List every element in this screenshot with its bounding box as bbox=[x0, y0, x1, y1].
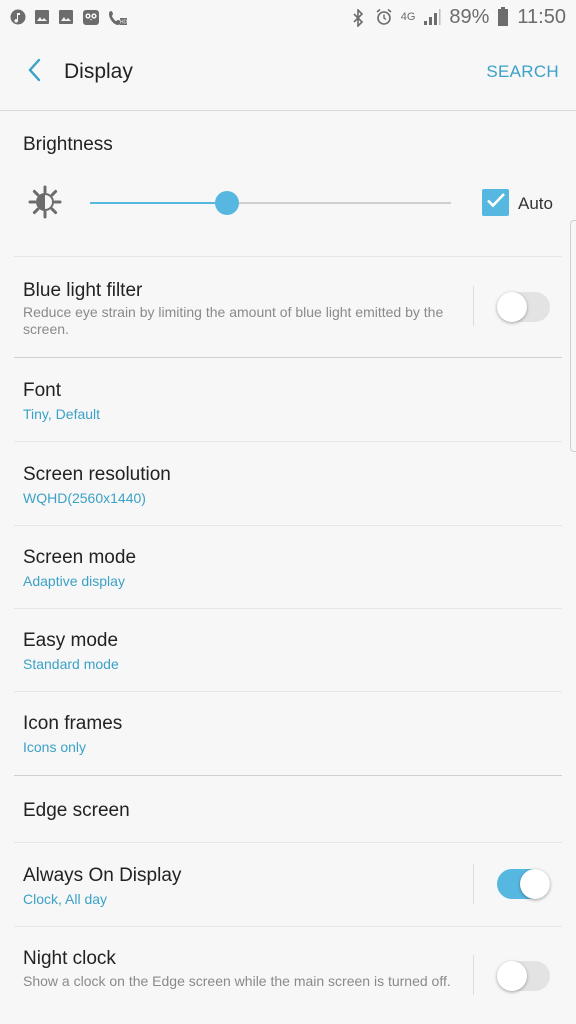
status-bar-left: HD bbox=[10, 8, 128, 26]
screen-mode-title: Screen mode bbox=[23, 547, 137, 568]
gallery-icon bbox=[34, 9, 50, 25]
always-on-display-title: Always On Display bbox=[23, 865, 182, 886]
chevron-left-icon bbox=[26, 57, 42, 88]
icon-frames-item[interactable]: Icon frames Icons only bbox=[0, 692, 576, 775]
scrollbar[interactable] bbox=[570, 220, 576, 452]
clock: 11:50 bbox=[517, 5, 566, 28]
toggle-knob bbox=[497, 961, 527, 991]
battery-icon bbox=[497, 7, 509, 27]
brightness-label: Brightness bbox=[23, 134, 113, 155]
vertical-separator bbox=[473, 286, 474, 326]
always-on-display-toggle[interactable] bbox=[497, 869, 550, 899]
brightness-slider-fill bbox=[90, 202, 227, 204]
brightness-row: Auto bbox=[0, 176, 576, 230]
brightness-slider[interactable] bbox=[90, 191, 451, 215]
screen-mode-item[interactable]: Screen mode Adaptive display bbox=[0, 526, 576, 609]
screen-resolution-value: WQHD(2560x1440) bbox=[23, 490, 146, 506]
toggle-knob bbox=[520, 869, 550, 899]
night-clock-title: Night clock bbox=[23, 948, 116, 969]
screen-resolution-item[interactable]: Screen resolution WQHD(2560x1440) bbox=[0, 442, 576, 525]
edge-screen-title: Edge screen bbox=[23, 800, 130, 821]
blue-light-filter-title: Blue light filter bbox=[23, 280, 143, 301]
brightness-sun-icon bbox=[28, 185, 62, 224]
icon-frames-value: Icons only bbox=[23, 739, 87, 755]
signal-icon bbox=[423, 8, 441, 26]
always-on-display-item[interactable]: Always On Display Clock, All day bbox=[0, 843, 576, 926]
auto-brightness-label: Auto bbox=[518, 194, 553, 213]
call-hd-icon: HD bbox=[108, 9, 128, 26]
network-type-label: 4G bbox=[400, 10, 416, 23]
back-button[interactable] bbox=[4, 42, 64, 102]
always-on-display-value: Clock, All day bbox=[23, 891, 108, 907]
checkmark-icon bbox=[485, 189, 507, 216]
search-button[interactable]: SEARCH bbox=[486, 62, 559, 82]
battery-percent: 89% bbox=[449, 5, 490, 28]
blue-light-filter-item[interactable]: Blue light filter Reduce eye strain by l… bbox=[0, 257, 576, 357]
auto-brightness-checkbox[interactable] bbox=[482, 189, 509, 216]
night-clock-toggle[interactable] bbox=[497, 961, 550, 991]
svg-text:HD: HD bbox=[120, 20, 128, 26]
blue-light-filter-toggle[interactable] bbox=[497, 292, 550, 322]
easy-mode-value: Standard mode bbox=[23, 656, 119, 672]
bluetooth-icon bbox=[351, 8, 367, 28]
screen-mode-value: Adaptive display bbox=[23, 573, 125, 589]
alarm-icon bbox=[375, 8, 393, 26]
screen-resolution-title: Screen resolution bbox=[23, 464, 171, 485]
blue-light-filter-description: Reduce eye strain by limiting the amount… bbox=[23, 304, 444, 337]
page-title: Display bbox=[64, 60, 133, 83]
vertical-separator bbox=[473, 864, 474, 904]
font-value: Tiny, Default bbox=[23, 406, 101, 422]
toggle-knob bbox=[497, 292, 527, 322]
vertical-separator bbox=[473, 955, 474, 995]
edge-screen-item[interactable]: Edge screen bbox=[0, 776, 576, 842]
easy-mode-title: Easy mode bbox=[23, 630, 119, 651]
music-app-icon bbox=[10, 9, 26, 25]
font-item[interactable]: Font Tiny, Default bbox=[0, 358, 576, 441]
owl-app-icon bbox=[82, 8, 100, 26]
status-bar-right: 4G 89% 11:50 bbox=[351, 6, 566, 29]
status-bar: HD 4G 89% 11:50 bbox=[0, 0, 576, 34]
night-clock-description: Show a clock on the Edge screen while th… bbox=[23, 973, 451, 989]
icon-frames-title: Icon frames bbox=[23, 713, 123, 734]
brightness-slider-thumb[interactable] bbox=[215, 191, 239, 215]
app-bar: Display SEARCH bbox=[0, 34, 576, 111]
easy-mode-item[interactable]: Easy mode Standard mode bbox=[0, 609, 576, 692]
font-title: Font bbox=[23, 380, 62, 401]
gallery-icon bbox=[58, 9, 74, 25]
night-clock-item[interactable]: Night clock Show a clock on the Edge scr… bbox=[0, 927, 576, 1024]
